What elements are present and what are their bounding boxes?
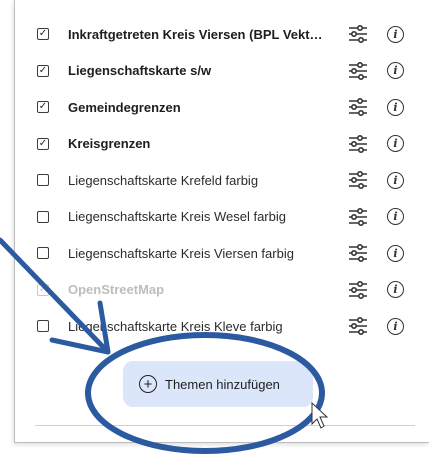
annotation-arrow-line [0,237,111,355]
annotation-overlay [0,237,329,454]
annotation-ellipse [85,332,325,454]
